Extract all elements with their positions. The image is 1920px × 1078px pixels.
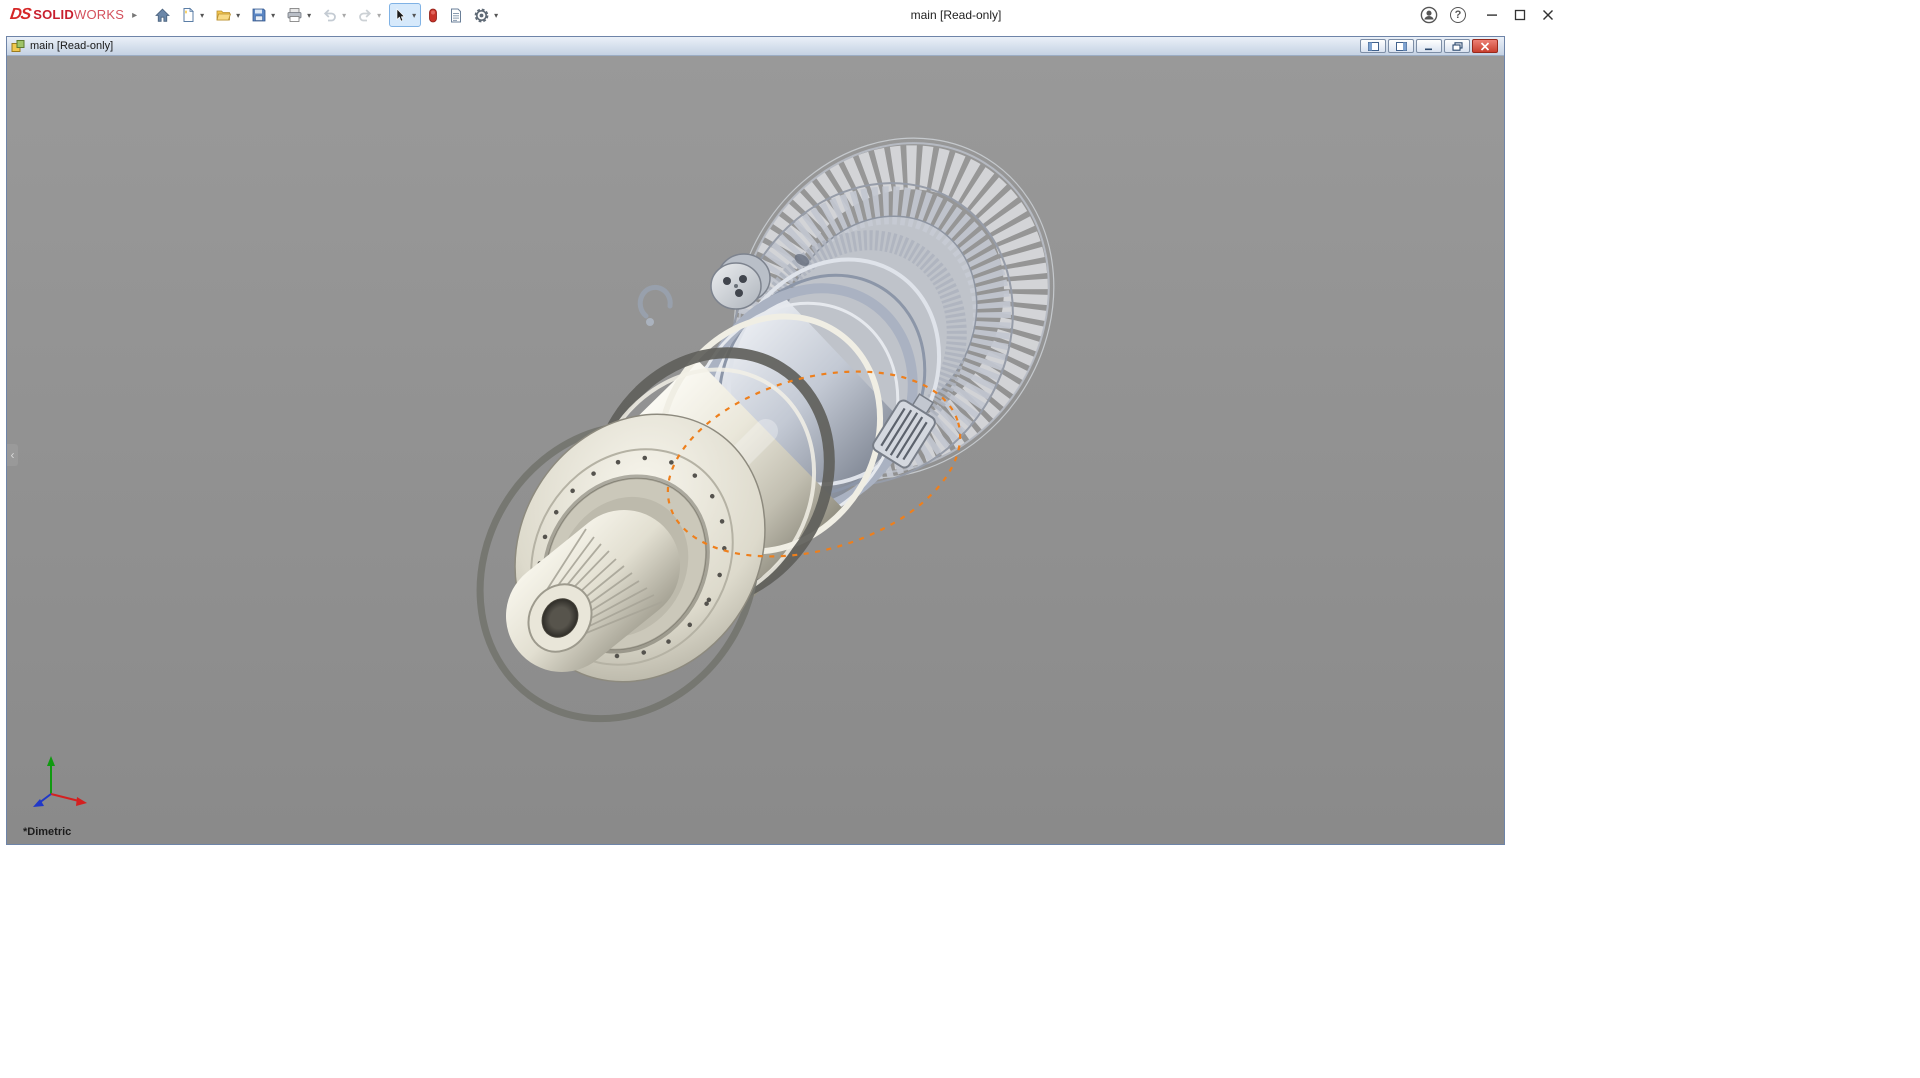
- doc-minimize-button[interactable]: [1416, 39, 1442, 53]
- clevis-hook: [640, 287, 670, 316]
- print-dropdown[interactable]: ▾: [305, 11, 313, 20]
- brand-name-bold: SOLID: [33, 7, 74, 22]
- 3dexperience-icon: [427, 7, 439, 24]
- close-icon: [1542, 9, 1554, 21]
- triad-x-axis[interactable]: [76, 797, 87, 806]
- document-window-controls: [1360, 39, 1500, 53]
- orientation-triad[interactable]: [21, 750, 101, 814]
- toolbar-expand-chevron[interactable]: ▸: [132, 10, 137, 21]
- minimize-icon: [1486, 9, 1498, 21]
- file-properties-icon: [448, 7, 464, 24]
- undo-icon: [322, 7, 338, 23]
- new-document-button[interactable]: ▾: [177, 3, 209, 27]
- pane-toggle-icon: [1396, 42, 1407, 51]
- select-cursor-icon: [392, 7, 408, 24]
- app-titlebar: DS SOLIDWORKS ▸ ▾ ▾: [0, 0, 1920, 30]
- print-icon: [286, 7, 303, 23]
- open-button[interactable]: ▾: [212, 3, 245, 27]
- home-icon: [154, 7, 171, 24]
- ds-logo-icon: DS: [9, 6, 32, 24]
- help-icon[interactable]: ?: [1450, 7, 1466, 23]
- view-orientation-label: *Dimetric: [23, 826, 71, 838]
- jet-engine-model[interactable]: [436, 126, 1116, 766]
- options-button[interactable]: ▾: [470, 3, 503, 27]
- undo-button[interactable]: ▾: [319, 3, 351, 27]
- options-gear-icon: [473, 7, 490, 24]
- close-button[interactable]: [1534, 0, 1562, 30]
- redo-dropdown[interactable]: ▾: [375, 11, 383, 20]
- home-button[interactable]: [151, 3, 174, 27]
- save-dropdown[interactable]: ▾: [269, 11, 277, 20]
- maximize-icon: [1514, 9, 1526, 21]
- window-controls: [1478, 0, 1562, 30]
- quick-access-toolbar: ▾ ▾ ▾ ▾: [151, 0, 503, 30]
- select-dropdown[interactable]: ▾: [410, 11, 418, 20]
- feature-panel-collapse-tab[interactable]: ‹: [7, 444, 18, 466]
- 3dexperience-button[interactable]: [424, 3, 442, 27]
- app-title: main [Read-only]: [911, 0, 1002, 30]
- triad-y-axis[interactable]: [47, 756, 55, 766]
- new-document-icon: [180, 7, 196, 23]
- redo-icon: [357, 7, 373, 23]
- doc-close-button[interactable]: [1472, 39, 1498, 53]
- print-button[interactable]: ▾: [283, 3, 316, 27]
- account-icon[interactable]: [1420, 6, 1438, 24]
- document-title: main [Read-only]: [30, 40, 113, 52]
- redo-button[interactable]: ▾: [354, 3, 386, 27]
- doc-restore-button[interactable]: [1444, 39, 1470, 53]
- new-document-dropdown[interactable]: ▾: [198, 11, 206, 20]
- pane-toggle-2-button[interactable]: [1388, 39, 1414, 53]
- document-window: main [Read-only]: [6, 36, 1505, 845]
- save-button[interactable]: ▾: [248, 3, 280, 27]
- open-dropdown[interactable]: ▾: [234, 11, 242, 20]
- brand-name-light: WORKS: [74, 7, 124, 22]
- file-properties-button[interactable]: [445, 3, 467, 27]
- restore-icon: [1452, 42, 1463, 51]
- select-button[interactable]: ▾: [389, 3, 421, 27]
- document-titlebar[interactable]: main [Read-only]: [7, 37, 1504, 56]
- minimize-button[interactable]: [1478, 0, 1506, 30]
- undo-dropdown[interactable]: ▾: [340, 11, 348, 20]
- assembly-document-icon: [11, 39, 25, 53]
- open-folder-icon: [215, 7, 232, 23]
- graphics-viewport[interactable]: ‹: [7, 56, 1504, 844]
- titlebar-right-icons: ?: [1420, 0, 1466, 30]
- minimize-icon: [1424, 42, 1435, 51]
- pane-toggle-1-button[interactable]: [1360, 39, 1386, 53]
- maximize-button[interactable]: [1506, 0, 1534, 30]
- save-icon: [251, 7, 267, 23]
- close-icon: [1480, 42, 1490, 51]
- solidworks-logo: DS SOLIDWORKS: [10, 6, 124, 24]
- pane-toggle-icon: [1368, 42, 1379, 51]
- options-dropdown[interactable]: ▾: [492, 11, 500, 20]
